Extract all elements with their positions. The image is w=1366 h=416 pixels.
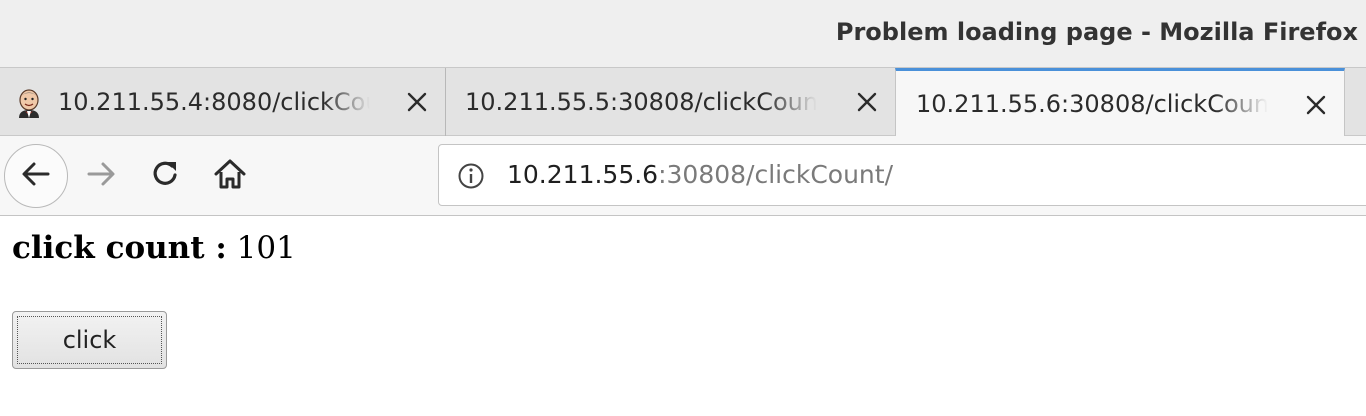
back-arrow-icon <box>18 156 54 196</box>
window-titlebar: Problem loading page - Mozilla Firefox <box>0 0 1366 68</box>
tab-strip: 10.211.55.4:8080/clickCount/ 10.211.55.5… <box>0 68 1366 137</box>
back-button[interactable] <box>4 144 68 208</box>
click-count-value: 101 <box>236 230 296 266</box>
info-icon[interactable] <box>457 162 485 190</box>
url-bar[interactable]: 10.211.55.6:30808/clickCount/ <box>438 144 1366 206</box>
tab-2[interactable]: 10.211.55.5:30808/clickCount/ <box>447 68 895 136</box>
url-text[interactable]: 10.211.55.6:30808/clickCount/ <box>507 160 893 189</box>
click-button[interactable]: click <box>12 311 167 369</box>
click-count-line: click count : 101 <box>12 230 296 266</box>
click-count-label: click count : <box>12 230 227 266</box>
tab-label: 10.211.55.5:30808/clickCount/ <box>465 88 817 116</box>
home-icon <box>212 156 248 196</box>
tab-label: 10.211.55.6:30808/clickCount/ <box>916 90 1268 118</box>
jenkins-butler-icon <box>14 88 44 118</box>
reload-icon <box>148 156 184 196</box>
close-icon[interactable] <box>1302 91 1330 119</box>
reload-button[interactable] <box>146 156 186 196</box>
url-host: 10.211.55.6 <box>507 160 659 189</box>
home-button[interactable] <box>210 156 250 196</box>
forward-button[interactable] <box>82 156 122 196</box>
forward-arrow-icon <box>84 156 120 196</box>
tab-label: 10.211.55.4:8080/clickCount/ <box>58 88 370 116</box>
window-title: Problem loading page - Mozilla Firefox <box>835 18 1358 46</box>
close-icon[interactable] <box>853 88 881 116</box>
page-content: click count : 101 click <box>0 216 1366 416</box>
tab-3-active[interactable]: 10.211.55.6:30808/clickCount/ <box>895 68 1345 137</box>
click-button-label: click <box>62 326 117 354</box>
url-path: :30808/clickCount/ <box>658 160 893 189</box>
tab-1[interactable]: 10.211.55.4:8080/clickCount/ <box>0 68 446 136</box>
close-icon[interactable] <box>403 88 431 116</box>
navigation-toolbar: 10.211.55.6:30808/clickCount/ <box>0 136 1366 216</box>
